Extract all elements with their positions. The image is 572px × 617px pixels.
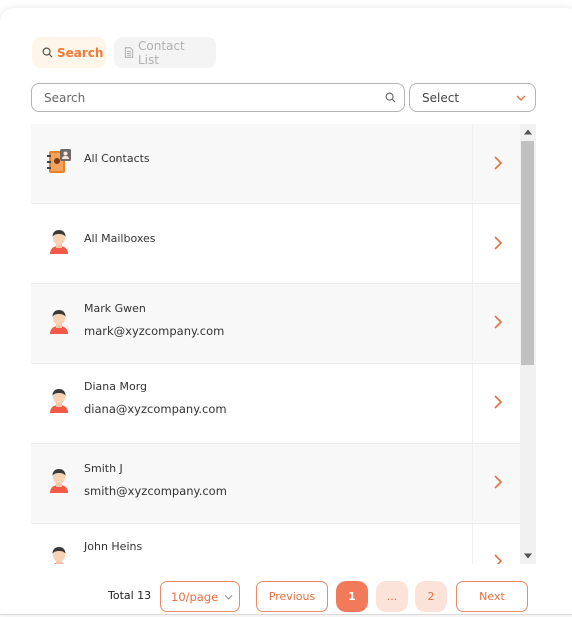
contact-list: All Contacts All Mailboxes Mark Gwen mar… <box>31 124 520 564</box>
list-item[interactable]: Diana Morg diana@xyzcompany.com <box>31 364 520 444</box>
filter-select[interactable]: Select <box>409 83 536 112</box>
chevron-right-icon[interactable] <box>491 234 505 252</box>
contact-name: Smith J <box>84 462 123 475</box>
scroll-down-button[interactable] <box>520 548 536 564</box>
chevron-right-icon[interactable] <box>491 473 505 491</box>
user-avatar-icon <box>50 310 68 334</box>
divider <box>0 614 572 615</box>
list-item[interactable]: Mark Gwen mark@xyzcompany.com <box>31 284 520 364</box>
next-button[interactable]: Next <box>456 581 528 612</box>
page-2-button[interactable]: 2 <box>415 581 447 612</box>
contact-name: Diana Morg <box>84 380 148 393</box>
page-size-value: 10/page <box>171 589 219 604</box>
user-avatar-icon <box>52 547 66 564</box>
list-scrollbar[interactable] <box>520 124 536 564</box>
chevron-right-icon[interactable] <box>491 393 505 411</box>
search-icon[interactable] <box>385 92 396 103</box>
page-ellipsis-button[interactable]: ... <box>376 581 408 612</box>
address-book-icon <box>47 149 71 173</box>
search-input[interactable] <box>44 90 385 105</box>
chevron-down-icon <box>516 95 526 101</box>
list-item[interactable]: John Heins <box>31 524 520 564</box>
contact-email: diana@xyzcompany.com <box>84 402 227 416</box>
user-avatar-icon <box>50 230 68 254</box>
tab-contact-list[interactable]: Contact List <box>114 37 216 68</box>
row-divider <box>472 444 473 523</box>
previous-button[interactable]: Previous <box>256 581 328 612</box>
total-count: Total 13 <box>108 589 152 602</box>
list-item[interactable]: Smith J smith@xyzcompany.com <box>31 444 520 524</box>
chevron-right-icon[interactable] <box>491 552 505 564</box>
tab-contact-list-label: Contact List <box>138 38 185 67</box>
scroll-up-button[interactable] <box>520 124 536 140</box>
row-divider <box>472 284 473 363</box>
contact-name: John Heins <box>84 540 143 553</box>
chevron-right-icon[interactable] <box>491 154 505 172</box>
contact-email: mark@xyzcompany.com <box>84 324 225 338</box>
list-item[interactable]: All Contacts <box>31 124 520 204</box>
user-avatar-icon <box>50 389 68 413</box>
scroll-thumb[interactable] <box>521 141 534 365</box>
caret-up-icon <box>524 129 532 135</box>
row-divider <box>472 364 473 443</box>
tab-search[interactable]: Search <box>32 37 106 68</box>
contact-name: Mark Gwen <box>84 302 146 315</box>
row-divider <box>472 124 473 203</box>
chevron-right-icon[interactable] <box>491 313 505 331</box>
row-divider <box>472 204 473 283</box>
document-icon <box>124 47 134 58</box>
search-icon <box>42 47 53 58</box>
caret-down-icon <box>524 553 532 559</box>
contact-email: smith@xyzcompany.com <box>84 484 227 498</box>
page-1-button[interactable]: 1 <box>336 581 368 612</box>
list-item[interactable]: All Mailboxes <box>31 204 520 284</box>
row-divider <box>472 524 473 564</box>
contact-name: All Contacts <box>84 152 150 165</box>
tab-search-label: Search <box>57 45 104 60</box>
filter-select-value: Select <box>422 90 460 105</box>
search-field[interactable] <box>31 83 405 112</box>
chevron-down-icon <box>224 594 233 600</box>
contact-name: All Mailboxes <box>84 232 156 245</box>
user-avatar-icon <box>50 469 68 493</box>
page-size-select[interactable]: 10/page <box>160 581 240 612</box>
